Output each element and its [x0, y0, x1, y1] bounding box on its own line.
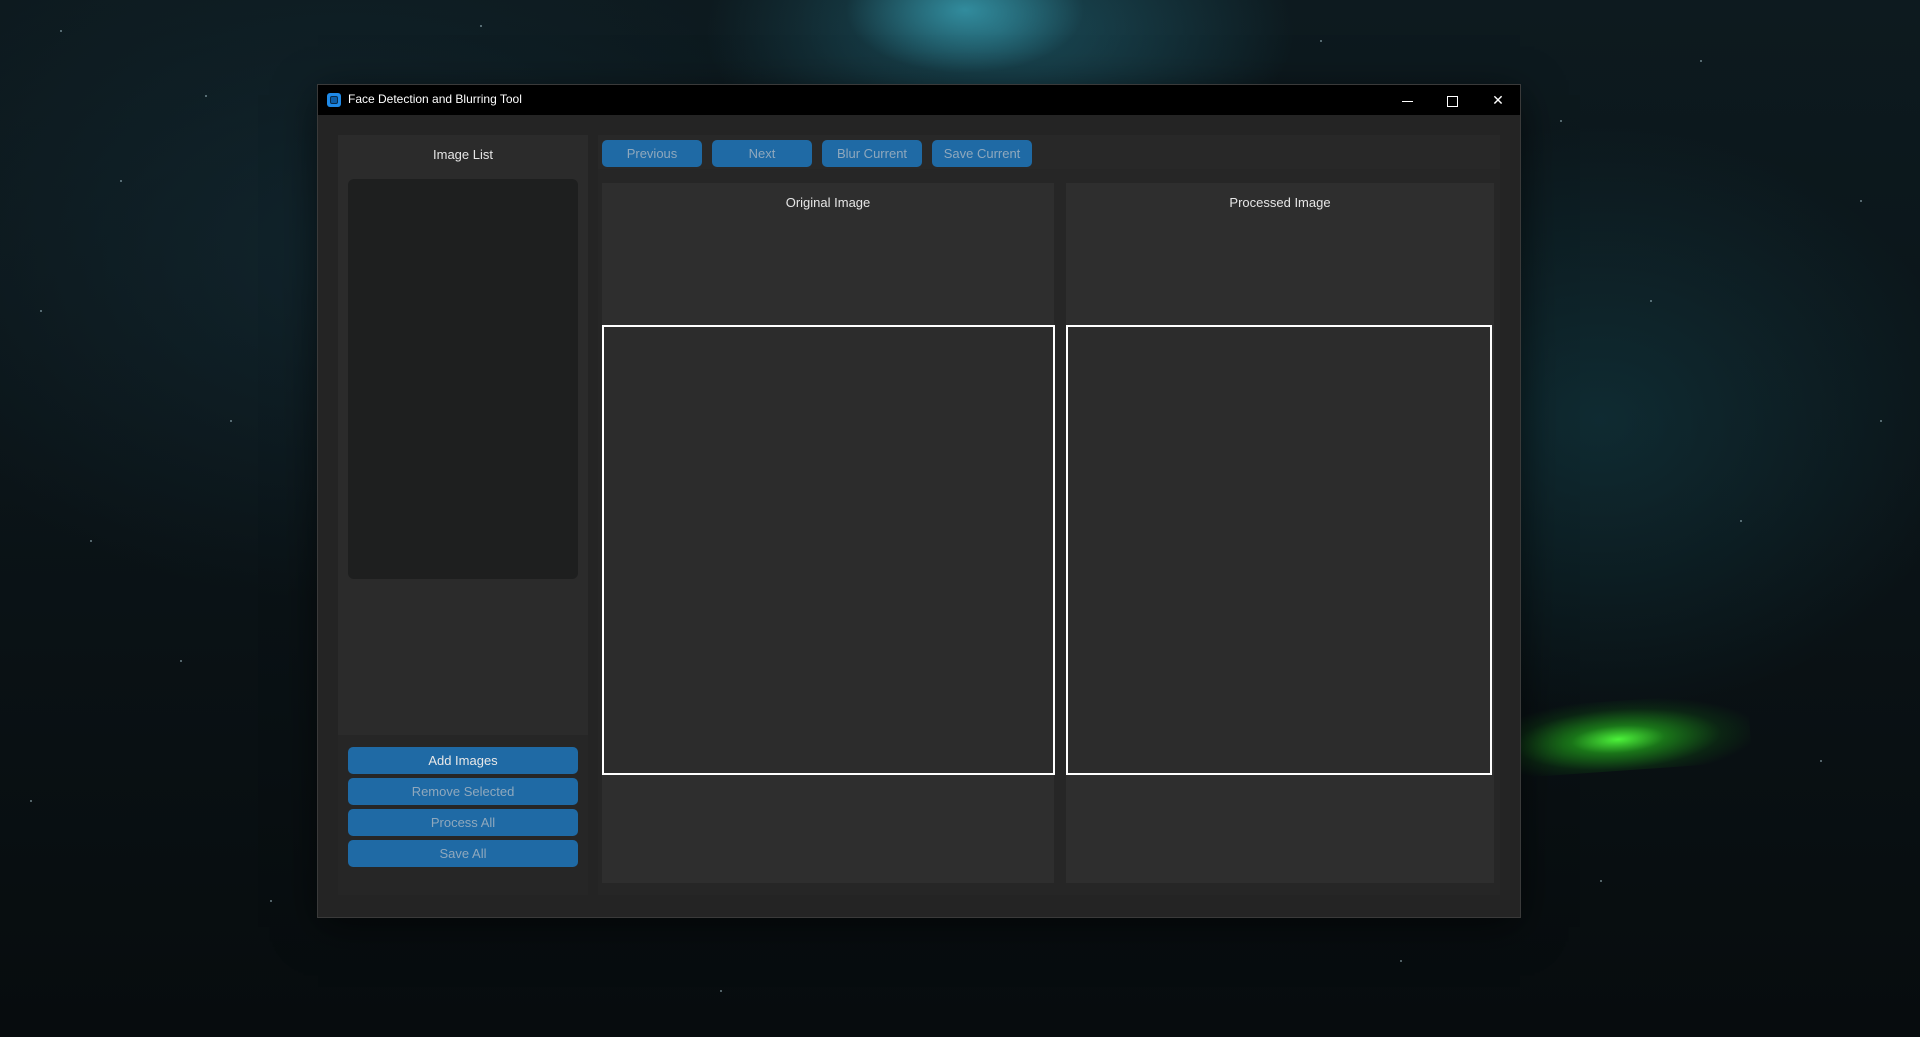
close-icon: ✕ — [1492, 92, 1504, 108]
wallpaper-star — [720, 990, 722, 992]
image-list-title: Image List — [433, 147, 493, 162]
minimize-icon — [1401, 100, 1413, 102]
wallpaper-star — [1320, 40, 1322, 42]
wallpaper-figure — [800, 0, 1130, 86]
title-bar[interactable]: Face Detection and Blurring Tool ✕ — [318, 85, 1520, 115]
maximize-icon — [1446, 95, 1458, 107]
wallpaper-star — [1740, 520, 1742, 522]
wallpaper-star — [480, 25, 482, 27]
blur-current-button[interactable]: Blur Current — [822, 140, 922, 167]
add-images-button[interactable]: Add Images — [348, 747, 578, 774]
wallpaper-star — [90, 540, 92, 542]
app-window: Face Detection and Blurring Tool ✕ Image… — [318, 85, 1520, 917]
wallpaper-star — [180, 660, 182, 662]
wallpaper-star — [60, 30, 62, 32]
wallpaper-star — [1400, 960, 1402, 962]
navigation-toolbar: Previous Next Blur Current Save Current — [598, 135, 1500, 169]
wallpaper-star — [120, 180, 122, 182]
wallpaper-star — [1820, 760, 1822, 762]
processed-image-title: Processed Image — [1229, 195, 1331, 210]
wallpaper-star — [205, 95, 207, 97]
wallpaper-star — [1880, 420, 1882, 422]
next-button[interactable]: Next — [712, 140, 812, 167]
process-all-button[interactable]: Process All — [348, 809, 578, 836]
maximize-button[interactable] — [1429, 85, 1475, 115]
save-current-button[interactable]: Save Current — [932, 140, 1032, 167]
wallpaper-star — [1560, 120, 1562, 122]
wallpaper-star — [1650, 300, 1652, 302]
preview-panel: Previous Next Blur Current Save Current … — [598, 135, 1500, 895]
wallpaper-star — [1600, 880, 1602, 882]
wallpaper-star — [1700, 60, 1702, 62]
window-title: Face Detection and Blurring Tool — [348, 92, 522, 106]
wallpaper-star — [30, 800, 32, 802]
original-image-canvas — [602, 325, 1055, 775]
image-list-actions: Add Images Remove Selected Process All S… — [338, 735, 588, 895]
image-compare-area: Original Image Processed Image — [598, 169, 1500, 895]
app-icon — [327, 93, 341, 107]
wallpaper-star — [230, 420, 232, 422]
original-image-title: Original Image — [785, 195, 871, 210]
wallpaper-star — [270, 900, 272, 902]
image-list-panel: Image List Add Images Remove Selected Pr… — [338, 135, 588, 895]
close-button[interactable]: ✕ — [1475, 85, 1521, 115]
processed-image-pane: Processed Image — [1066, 183, 1494, 883]
previous-button[interactable]: Previous — [602, 140, 702, 167]
save-all-button[interactable]: Save All — [348, 840, 578, 867]
remove-selected-button[interactable]: Remove Selected — [348, 778, 578, 805]
processed-image-canvas — [1066, 325, 1492, 775]
minimize-button[interactable] — [1384, 85, 1430, 115]
original-image-pane: Original Image — [602, 183, 1055, 883]
wallpaper-star — [40, 310, 42, 312]
wallpaper-star — [1860, 200, 1862, 202]
wallpaper-green-glow — [1507, 691, 1753, 779]
image-listbox[interactable] — [348, 179, 578, 579]
